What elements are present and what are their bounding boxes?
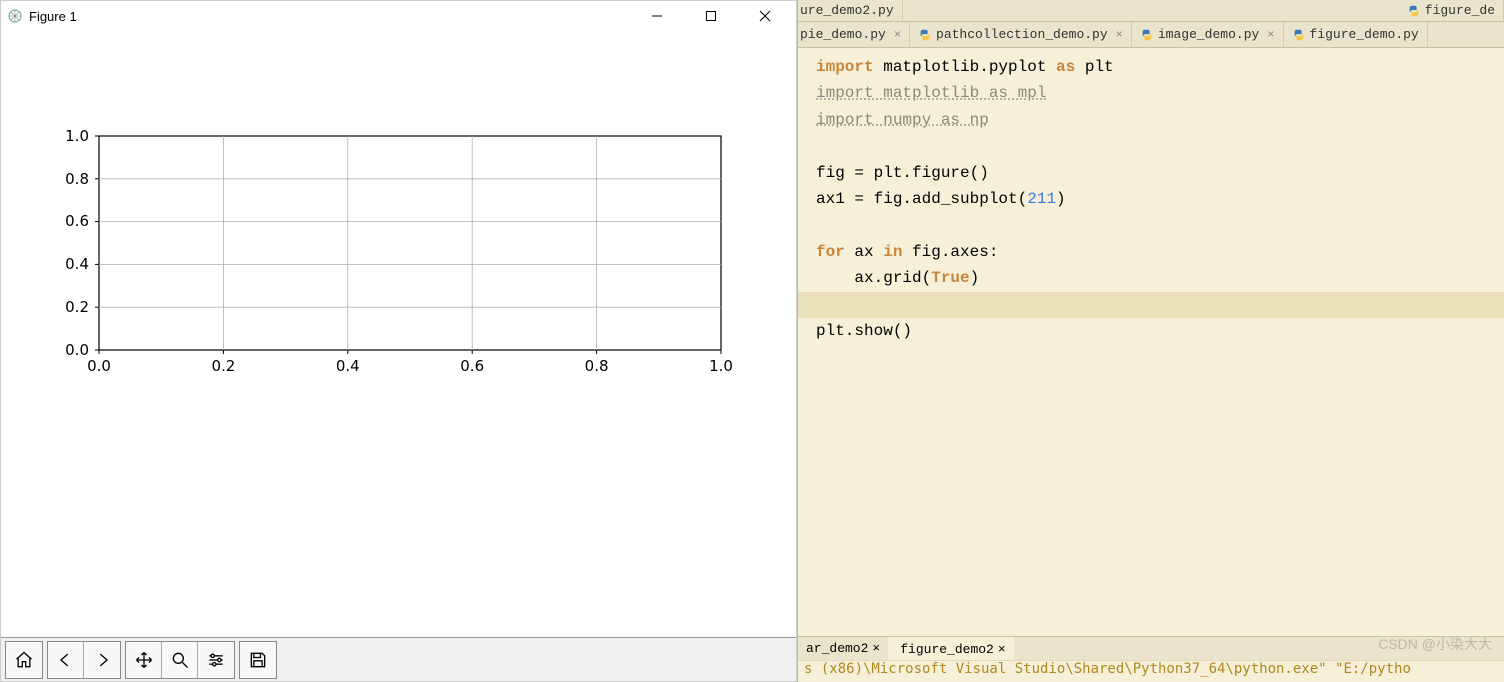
svg-text:0.8: 0.8 bbox=[585, 357, 609, 375]
code-line: import matplotlib as mpl bbox=[798, 80, 1504, 106]
code-line: import matplotlib.pyplot as plt bbox=[798, 54, 1504, 80]
top-tab-row: ure_demo2.py figure_de bbox=[798, 0, 1504, 22]
run-tab-figure-demo2[interactable]: figure_demo2 × bbox=[888, 637, 1013, 660]
svg-text:0.2: 0.2 bbox=[65, 298, 89, 316]
tab-label: pathcollection_demo.py bbox=[936, 27, 1108, 42]
top-tab-partial-left[interactable]: ure_demo2.py bbox=[798, 0, 903, 21]
close-button[interactable] bbox=[750, 6, 780, 26]
code-line: ax1 = fig.add_subplot(211) bbox=[798, 186, 1504, 212]
tab-label: image_demo.py bbox=[1158, 27, 1259, 42]
svg-text:0.4: 0.4 bbox=[65, 255, 89, 273]
mpl-toolbar bbox=[1, 637, 796, 681]
code-line bbox=[798, 212, 1504, 238]
titlebar: Figure 1 bbox=[1, 1, 796, 31]
maximize-button[interactable] bbox=[696, 6, 726, 26]
file-tab-row: pie_demo.py × pathcollection_demo.py × i… bbox=[798, 22, 1504, 48]
code-editor[interactable]: import matplotlib.pyplot as plt import m… bbox=[798, 48, 1504, 636]
forward-button[interactable] bbox=[84, 642, 120, 678]
xtick-labels: 0.0 0.2 0.4 0.6 0.8 1.0 bbox=[87, 357, 733, 375]
python-icon bbox=[1140, 28, 1154, 42]
svg-text:0.6: 0.6 bbox=[460, 357, 484, 375]
python-icon bbox=[1407, 4, 1421, 18]
grid-horizontal bbox=[99, 179, 721, 307]
python-icon bbox=[1292, 28, 1306, 42]
ide-editor: ure_demo2.py figure_de pie_demo.py × pat… bbox=[797, 0, 1504, 682]
close-icon[interactable]: × bbox=[1267, 28, 1274, 42]
code-line: for ax in fig.axes: bbox=[798, 239, 1504, 265]
tab-label: figure_demo.py bbox=[1310, 27, 1419, 42]
close-icon[interactable]: × bbox=[998, 642, 1006, 657]
ytick-labels: 0.0 0.2 0.4 0.6 0.8 1.0 bbox=[65, 127, 89, 359]
plot-canvas[interactable]: 0.0 0.2 0.4 0.6 0.8 1.0 0.0 0.2 0.4 0.6 … bbox=[1, 31, 796, 637]
axes-frame bbox=[99, 136, 721, 350]
svg-text:0.4: 0.4 bbox=[336, 357, 360, 375]
tab-label: pie_demo.py bbox=[800, 27, 886, 42]
svg-text:1.0: 1.0 bbox=[709, 357, 733, 375]
xticks bbox=[99, 350, 721, 354]
pan-button[interactable] bbox=[126, 642, 162, 678]
window-title: Figure 1 bbox=[29, 9, 77, 24]
svg-text:1.0: 1.0 bbox=[65, 127, 89, 145]
chart-svg: 0.0 0.2 0.4 0.6 0.8 1.0 0.0 0.2 0.4 0.6 … bbox=[1, 31, 796, 631]
code-line: plt.show() bbox=[798, 318, 1504, 344]
run-tab-ar-demo2[interactable]: ar_demo2 × bbox=[798, 637, 888, 660]
back-button[interactable] bbox=[48, 642, 84, 678]
svg-text:0.6: 0.6 bbox=[65, 212, 89, 230]
code-line-current bbox=[798, 292, 1504, 318]
code-line: fig = plt.figure() bbox=[798, 160, 1504, 186]
close-icon[interactable]: × bbox=[1116, 28, 1123, 42]
tab-figure-demo[interactable]: figure_demo.py bbox=[1284, 22, 1428, 47]
home-button[interactable] bbox=[6, 642, 42, 678]
code-line bbox=[798, 133, 1504, 159]
tab-pie-demo[interactable]: pie_demo.py × bbox=[798, 22, 910, 47]
zoom-button[interactable] bbox=[162, 642, 198, 678]
tab-pathcollection-demo[interactable]: pathcollection_demo.py × bbox=[910, 22, 1132, 47]
tab-label: figure_de bbox=[1425, 3, 1495, 18]
tab-label: ure_demo2.py bbox=[800, 3, 894, 18]
tab-label: ar_demo2 bbox=[806, 641, 868, 656]
svg-text:0.8: 0.8 bbox=[65, 170, 89, 188]
close-icon[interactable]: × bbox=[894, 28, 901, 42]
run-tab-row: ar_demo2 × figure_demo2 × bbox=[798, 636, 1504, 660]
grid-vertical bbox=[223, 136, 596, 350]
configure-button[interactable] bbox=[198, 642, 234, 678]
svg-text:0.0: 0.0 bbox=[87, 357, 111, 375]
close-icon[interactable]: × bbox=[872, 641, 880, 656]
save-button[interactable] bbox=[240, 642, 276, 678]
tab-image-demo[interactable]: image_demo.py × bbox=[1132, 22, 1284, 47]
top-tab-partial-right[interactable]: figure_de bbox=[1399, 0, 1504, 21]
svg-text:0.0: 0.0 bbox=[65, 341, 89, 359]
window-controls bbox=[642, 6, 790, 26]
app-icon bbox=[7, 8, 23, 24]
code-line: ax.grid(True) bbox=[798, 265, 1504, 291]
code-line: import numpy as np bbox=[798, 107, 1504, 133]
tab-label: figure_demo2 bbox=[900, 642, 994, 657]
python-icon bbox=[918, 28, 932, 42]
svg-text:0.2: 0.2 bbox=[211, 357, 235, 375]
matplotlib-window: Figure 1 bbox=[0, 0, 797, 682]
console-output: s (x86)\Microsoft Visual Studio\Shared\P… bbox=[798, 660, 1504, 682]
minimize-button[interactable] bbox=[642, 6, 672, 26]
